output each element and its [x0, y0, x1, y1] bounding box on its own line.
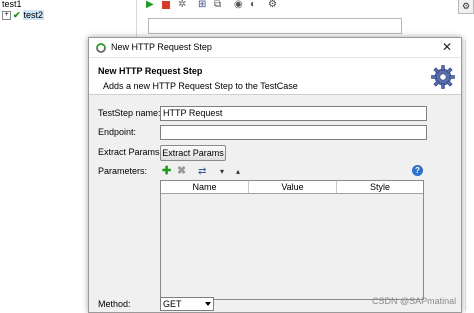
extract-params-label: Extract Params: — [98, 147, 163, 157]
header-title: New HTTP Request Step — [98, 66, 203, 76]
column-header-value[interactable]: Value — [249, 181, 337, 193]
gear-icon — [431, 65, 455, 89]
help-icon[interactable]: ? — [412, 165, 423, 176]
properties-icon[interactable]: ⊞ — [198, 0, 206, 10]
clear-icon[interactable]: ⇄ — [198, 166, 206, 177]
settings-button[interactable]: ⚙ — [458, 0, 474, 14]
tree-item-label: test1 — [2, 0, 22, 9]
move-down-icon[interactable]: ▾ — [220, 166, 224, 177]
tree-item-label: test2 — [22, 10, 45, 20]
parameters-label: Parameters: — [98, 166, 148, 176]
new-http-request-step-dialog: New HTTP Request Step ✕ New HTTP Request… — [88, 37, 462, 313]
extract-params-button[interactable]: Extract Params — [160, 145, 226, 161]
column-header-name[interactable]: Name — [161, 181, 249, 193]
endpoint-field[interactable] — [160, 125, 427, 140]
method-label: Method: — [98, 299, 131, 309]
dialog-title: New HTTP Request Step — [111, 42, 212, 52]
remove-icon[interactable]: ✖ — [177, 166, 186, 177]
soapui-icon — [96, 43, 106, 53]
add-icon[interactable]: ✚ — [162, 166, 171, 177]
options-icon[interactable]: ✲ — [178, 0, 186, 10]
teststep-name-label: TestStep name: — [98, 108, 161, 118]
settings-icon[interactable]: ⚙ — [268, 0, 277, 10]
tree-item-test2[interactable]: + ✔ test2 — [2, 9, 45, 21]
teststep-name-field[interactable] — [160, 106, 427, 121]
header-subtitle: Adds a new HTTP Request Step to the Test… — [103, 81, 298, 91]
method-value: GET — [163, 299, 182, 309]
check-icon: ✔ — [13, 10, 21, 20]
editor-toolbar: ▶ ✲ ⊞ ⧉ ◉ ◐ ⚙ — [142, 0, 412, 10]
toggle-icon[interactable]: ◐ — [250, 0, 256, 10]
parameters-table[interactable]: Name Value Style — [160, 180, 424, 300]
close-button[interactable]: ✕ — [439, 40, 455, 56]
dialog-header: New HTTP Request Step Adds a new HTTP Re… — [89, 58, 461, 95]
chevron-down-icon — [205, 302, 211, 306]
endpoint-label: Endpoint: — [98, 127, 137, 137]
method-select[interactable]: GET — [160, 297, 214, 311]
table-header: Name Value Style — [161, 181, 423, 194]
expand-icon[interactable]: + — [2, 11, 11, 21]
close-icon: ✕ — [441, 40, 453, 54]
endpoint-combo[interactable] — [148, 18, 402, 34]
watermark: CSDN @SAPmatinal — [372, 296, 457, 306]
move-up-icon[interactable]: ▴ — [236, 166, 240, 177]
dialog-titlebar[interactable]: New HTTP Request Step ✕ — [89, 38, 461, 58]
panel-separator — [465, 40, 466, 311]
run-icon[interactable]: ▶ — [146, 0, 154, 10]
stop-icon[interactable] — [162, 1, 170, 9]
copy-icon[interactable]: ⧉ — [214, 0, 221, 10]
record-icon[interactable]: ◉ — [234, 0, 243, 10]
column-header-style[interactable]: Style — [337, 181, 423, 193]
